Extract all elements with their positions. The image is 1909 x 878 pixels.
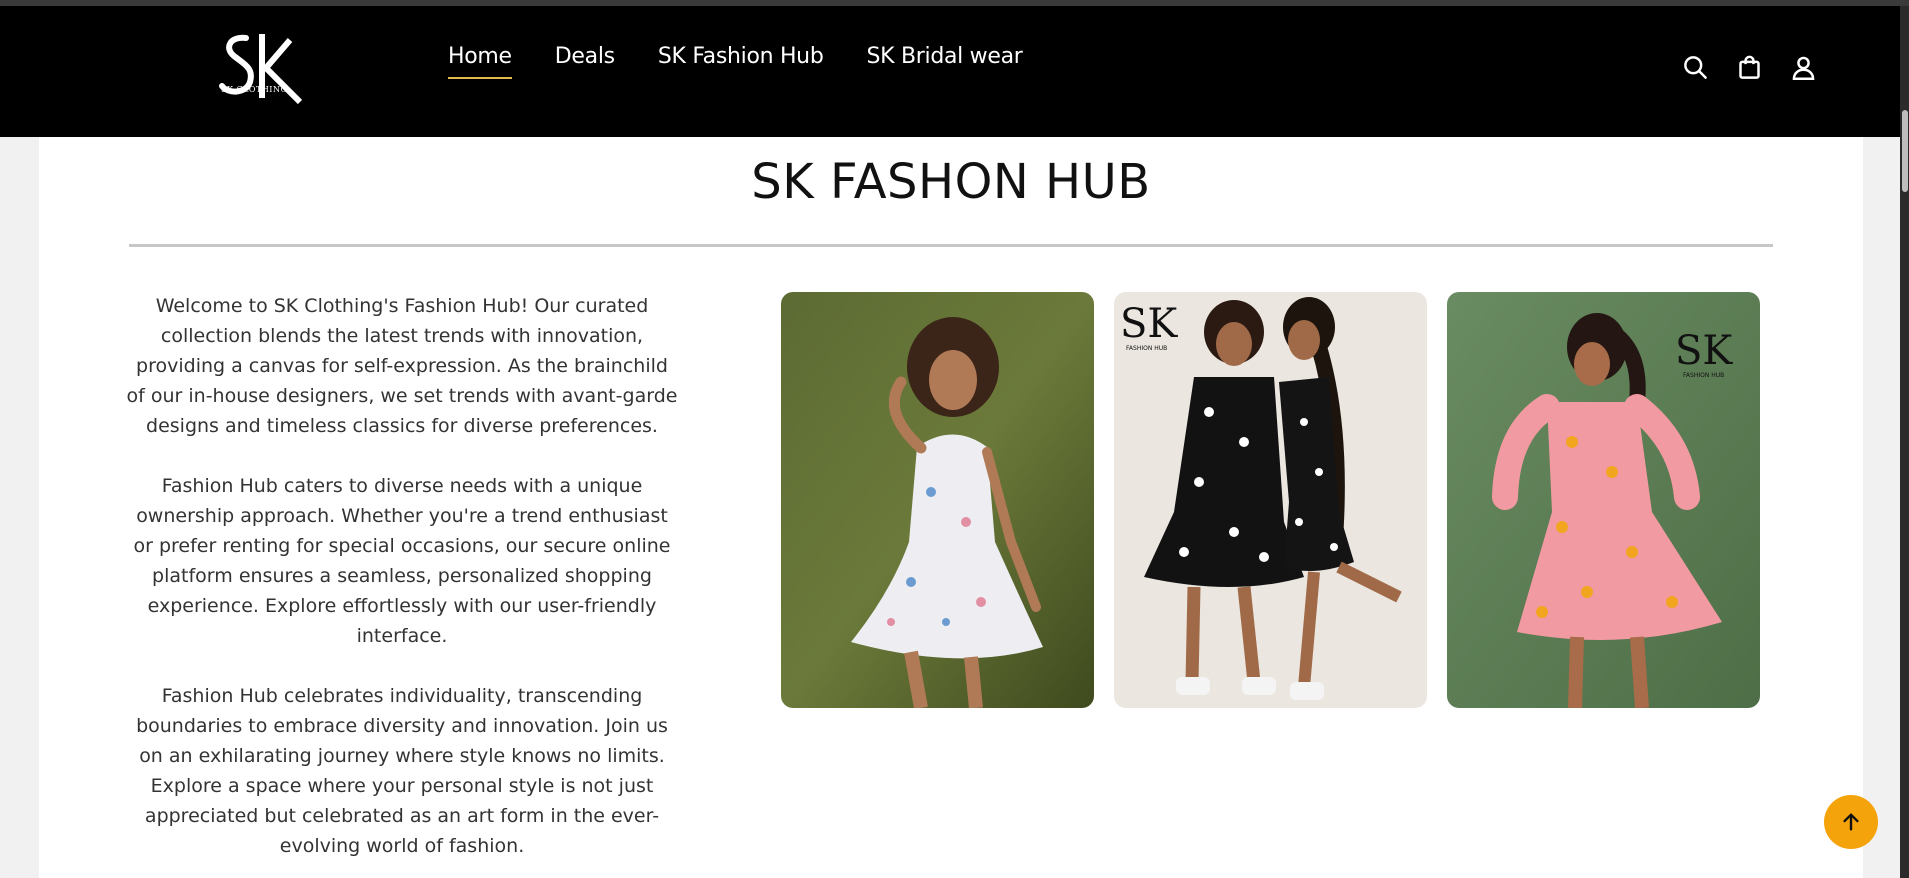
page-scrollbar[interactable] [1900,6,1909,878]
photo-gallery: SK FASHION HUB SK FASHION HUB [781,292,1760,708]
scroll-to-top-button[interactable] [1824,795,1878,849]
photo-watermark: SK [1120,301,1178,347]
logo-subtitle: SK CLOTHING [221,85,288,94]
gallery-photo-pink-dress[interactable]: SK FASHION HUB [1447,292,1760,708]
header-actions [1680,52,1818,82]
scrollbar-thumb[interactable] [1902,110,1908,192]
nav-home[interactable]: Home [448,44,512,79]
sk-logo-icon [219,34,303,105]
page-title: SK FASHON HUB [751,154,1151,210]
intro-paragraph: Welcome to SK Clothing's Fashion Hub! Ou… [126,295,678,437]
shopping-bag-icon[interactable] [1734,52,1764,82]
main-nav: Home Deals SK Fashion Hub SK Bridal wear [448,44,1023,84]
intro-copy: Welcome to SK Clothing's Fashion Hub! Ou… [125,291,679,878]
intro-paragraph: Fashion Hub caters to diverse needs with… [133,475,671,647]
brand-logo[interactable]: SK CLOTHING [216,30,306,106]
title-divider [129,244,1773,247]
site-header: SK CLOTHING Home Deals SK Fashion Hub SK… [0,6,1900,137]
nav-deals[interactable]: Deals [555,44,615,75]
user-icon[interactable] [1788,52,1818,82]
search-icon[interactable] [1680,52,1710,82]
nav-sk-bridal-wear[interactable]: SK Bridal wear [867,44,1023,75]
arrow-up-icon [1843,813,1859,831]
intro-paragraph: Fashion Hub celebrates individuality, tr… [136,685,668,857]
gallery-photo-floral-dress[interactable] [781,292,1094,708]
nav-sk-fashion-hub[interactable]: SK Fashion Hub [658,44,824,75]
gallery-photo-polka-dresses[interactable]: SK FASHION HUB [1114,292,1427,708]
photo-watermark: SK [1675,328,1733,374]
fashion-hub-section: SK FASHON HUB Welcome to SK Clothing's F… [39,137,1863,878]
svg-text:FASHION HUB: FASHION HUB [1683,372,1724,379]
svg-text:FASHION HUB: FASHION HUB [1126,345,1167,352]
